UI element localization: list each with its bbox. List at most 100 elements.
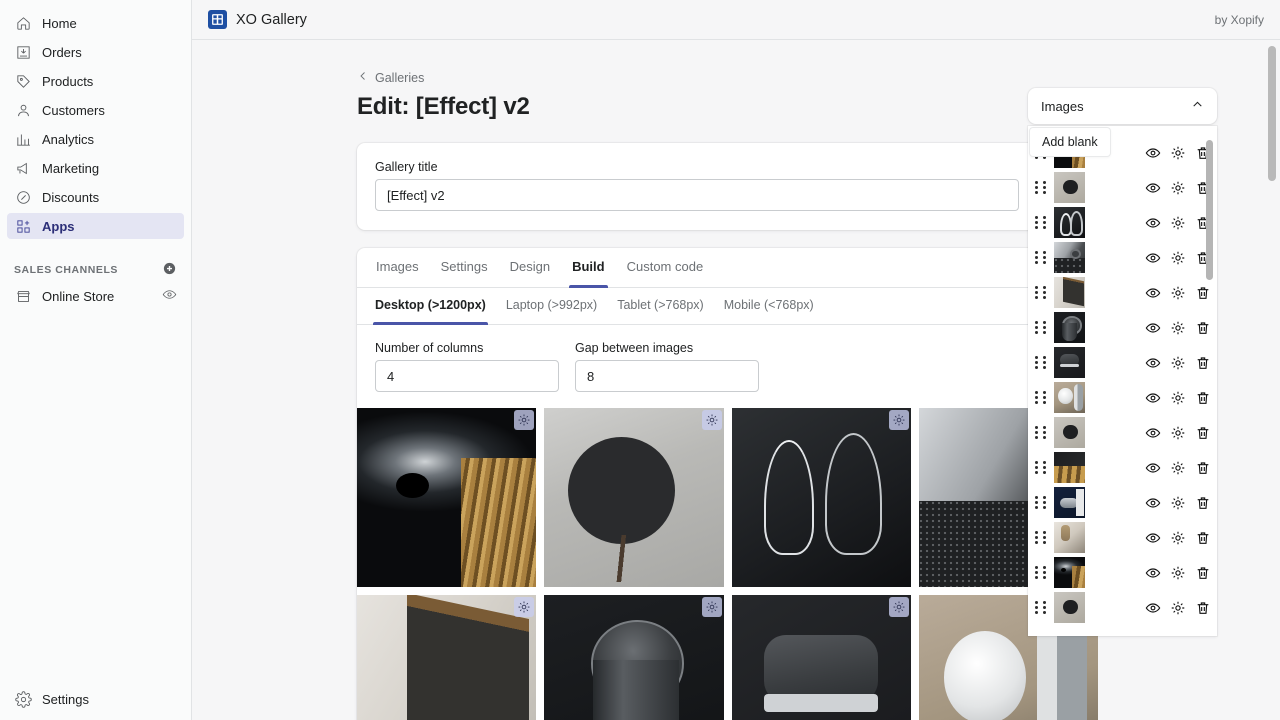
eye-icon[interactable] bbox=[1144, 389, 1161, 406]
image-row-thumbnail[interactable] bbox=[1054, 312, 1085, 343]
image-row-thumbnail[interactable] bbox=[1054, 347, 1085, 378]
gear-icon[interactable] bbox=[514, 410, 534, 430]
gear-icon[interactable] bbox=[1169, 389, 1186, 406]
gear-icon[interactable] bbox=[1169, 494, 1186, 511]
drag-handle-icon[interactable] bbox=[1035, 181, 1048, 194]
device-tab-tablet[interactable]: Tablet (>768px) bbox=[607, 287, 714, 324]
images-panel-header[interactable]: Images bbox=[1028, 88, 1217, 124]
gap-input[interactable] bbox=[576, 361, 759, 391]
image-row-thumbnail[interactable] bbox=[1054, 452, 1085, 483]
gallery-image-cell[interactable] bbox=[732, 408, 911, 587]
images-panel-scrollbar-thumb[interactable] bbox=[1206, 140, 1213, 280]
gear-icon[interactable] bbox=[1169, 564, 1186, 581]
drag-handle-icon[interactable] bbox=[1035, 391, 1048, 404]
eye-icon[interactable] bbox=[1144, 144, 1161, 161]
drag-handle-icon[interactable] bbox=[1035, 251, 1048, 264]
image-list-row[interactable] bbox=[1028, 380, 1217, 415]
app-brand[interactable]: XO Gallery bbox=[208, 10, 307, 29]
gear-icon[interactable] bbox=[514, 597, 534, 617]
breadcrumb[interactable]: Galleries bbox=[357, 70, 1037, 85]
image-row-thumbnail[interactable] bbox=[1054, 487, 1085, 518]
gear-icon[interactable] bbox=[1169, 599, 1186, 616]
eye-icon[interactable] bbox=[1144, 284, 1161, 301]
eye-icon[interactable] bbox=[162, 287, 177, 305]
image-row-thumbnail[interactable] bbox=[1054, 522, 1085, 553]
gear-icon[interactable] bbox=[1169, 179, 1186, 196]
tab-build[interactable]: Build bbox=[561, 247, 616, 287]
drag-handle-icon[interactable] bbox=[1035, 286, 1048, 299]
gap-stepper[interactable] bbox=[575, 360, 759, 392]
image-list-row[interactable] bbox=[1028, 450, 1217, 485]
drag-handle-icon[interactable] bbox=[1035, 461, 1048, 474]
gear-icon[interactable] bbox=[889, 410, 909, 430]
image-row-thumbnail[interactable] bbox=[1054, 172, 1085, 203]
image-list-row[interactable] bbox=[1028, 590, 1217, 625]
gallery-image-cell[interactable] bbox=[544, 408, 723, 587]
add-blank-button[interactable]: Add blank bbox=[1029, 127, 1111, 157]
columns-stepper[interactable] bbox=[375, 360, 559, 392]
image-list-row[interactable] bbox=[1028, 345, 1217, 380]
eye-icon[interactable] bbox=[1144, 249, 1161, 266]
drag-handle-icon[interactable] bbox=[1035, 321, 1048, 334]
gear-icon[interactable] bbox=[1169, 319, 1186, 336]
drag-handle-icon[interactable] bbox=[1035, 216, 1048, 229]
drag-handle-icon[interactable] bbox=[1035, 531, 1048, 544]
image-list-row[interactable] bbox=[1028, 170, 1217, 205]
sidebar-item-customers[interactable]: Customers bbox=[7, 97, 184, 123]
image-list-row[interactable] bbox=[1028, 240, 1217, 275]
image-list-row[interactable] bbox=[1028, 275, 1217, 310]
chevron-up-icon[interactable] bbox=[1191, 98, 1204, 114]
gear-icon[interactable] bbox=[1169, 529, 1186, 546]
images-panel-scrollbar[interactable] bbox=[1206, 140, 1213, 620]
page-scrollbar-thumb[interactable] bbox=[1268, 46, 1276, 181]
eye-icon[interactable] bbox=[1144, 424, 1161, 441]
drag-handle-icon[interactable] bbox=[1035, 496, 1048, 509]
gear-icon[interactable] bbox=[1169, 144, 1186, 161]
eye-icon[interactable] bbox=[1144, 214, 1161, 231]
device-tab-mobile[interactable]: Mobile (<768px) bbox=[714, 287, 824, 324]
plus-circle-icon[interactable] bbox=[162, 261, 177, 279]
image-row-thumbnail[interactable] bbox=[1054, 417, 1085, 448]
image-list-row[interactable] bbox=[1028, 555, 1217, 590]
page-scrollbar[interactable] bbox=[1268, 46, 1276, 712]
sidebar-item-settings[interactable]: Settings bbox=[7, 686, 184, 712]
device-tab-laptop[interactable]: Laptop (>992px) bbox=[496, 287, 607, 324]
gear-icon[interactable] bbox=[1169, 424, 1186, 441]
sidebar-item-marketing[interactable]: Marketing bbox=[7, 155, 184, 181]
sidebar-item-analytics[interactable]: Analytics bbox=[7, 126, 184, 152]
sidebar-item-discounts[interactable]: Discounts bbox=[7, 184, 184, 210]
image-row-thumbnail[interactable] bbox=[1054, 382, 1085, 413]
gear-icon[interactable] bbox=[1169, 459, 1186, 476]
tab-custom-code[interactable]: Custom code bbox=[616, 247, 715, 287]
sidebar-item-home[interactable]: Home bbox=[7, 10, 184, 36]
eye-icon[interactable] bbox=[1144, 494, 1161, 511]
gallery-title-input[interactable] bbox=[375, 179, 1019, 211]
image-row-thumbnail[interactable] bbox=[1054, 207, 1085, 238]
drag-handle-icon[interactable] bbox=[1035, 426, 1048, 439]
gallery-image-cell[interactable] bbox=[357, 408, 536, 587]
eye-icon[interactable] bbox=[1144, 459, 1161, 476]
image-row-thumbnail[interactable] bbox=[1054, 557, 1085, 588]
image-row-thumbnail[interactable] bbox=[1054, 592, 1085, 623]
gear-icon[interactable] bbox=[1169, 284, 1186, 301]
eye-icon[interactable] bbox=[1144, 564, 1161, 581]
gear-icon[interactable] bbox=[1169, 214, 1186, 231]
eye-icon[interactable] bbox=[1144, 179, 1161, 196]
image-list-row[interactable] bbox=[1028, 310, 1217, 345]
gear-icon[interactable] bbox=[1169, 354, 1186, 371]
image-list-row[interactable] bbox=[1028, 415, 1217, 450]
device-tab-desktop[interactable]: Desktop (>1200px) bbox=[365, 287, 496, 324]
drag-handle-icon[interactable] bbox=[1035, 356, 1048, 369]
eye-icon[interactable] bbox=[1144, 599, 1161, 616]
tab-images[interactable]: Images bbox=[365, 247, 430, 287]
sidebar-item-orders[interactable]: Orders bbox=[7, 39, 184, 65]
gallery-image-cell[interactable] bbox=[357, 595, 536, 720]
image-list-row[interactable] bbox=[1028, 205, 1217, 240]
drag-handle-icon[interactable] bbox=[1035, 601, 1048, 614]
columns-input[interactable] bbox=[376, 361, 559, 391]
image-row-thumbnail[interactable] bbox=[1054, 242, 1085, 273]
sidebar-item-online-store[interactable]: Online Store bbox=[7, 283, 184, 309]
image-list-row[interactable] bbox=[1028, 485, 1217, 520]
gear-icon[interactable] bbox=[702, 410, 722, 430]
gallery-image-cell[interactable] bbox=[732, 595, 911, 720]
